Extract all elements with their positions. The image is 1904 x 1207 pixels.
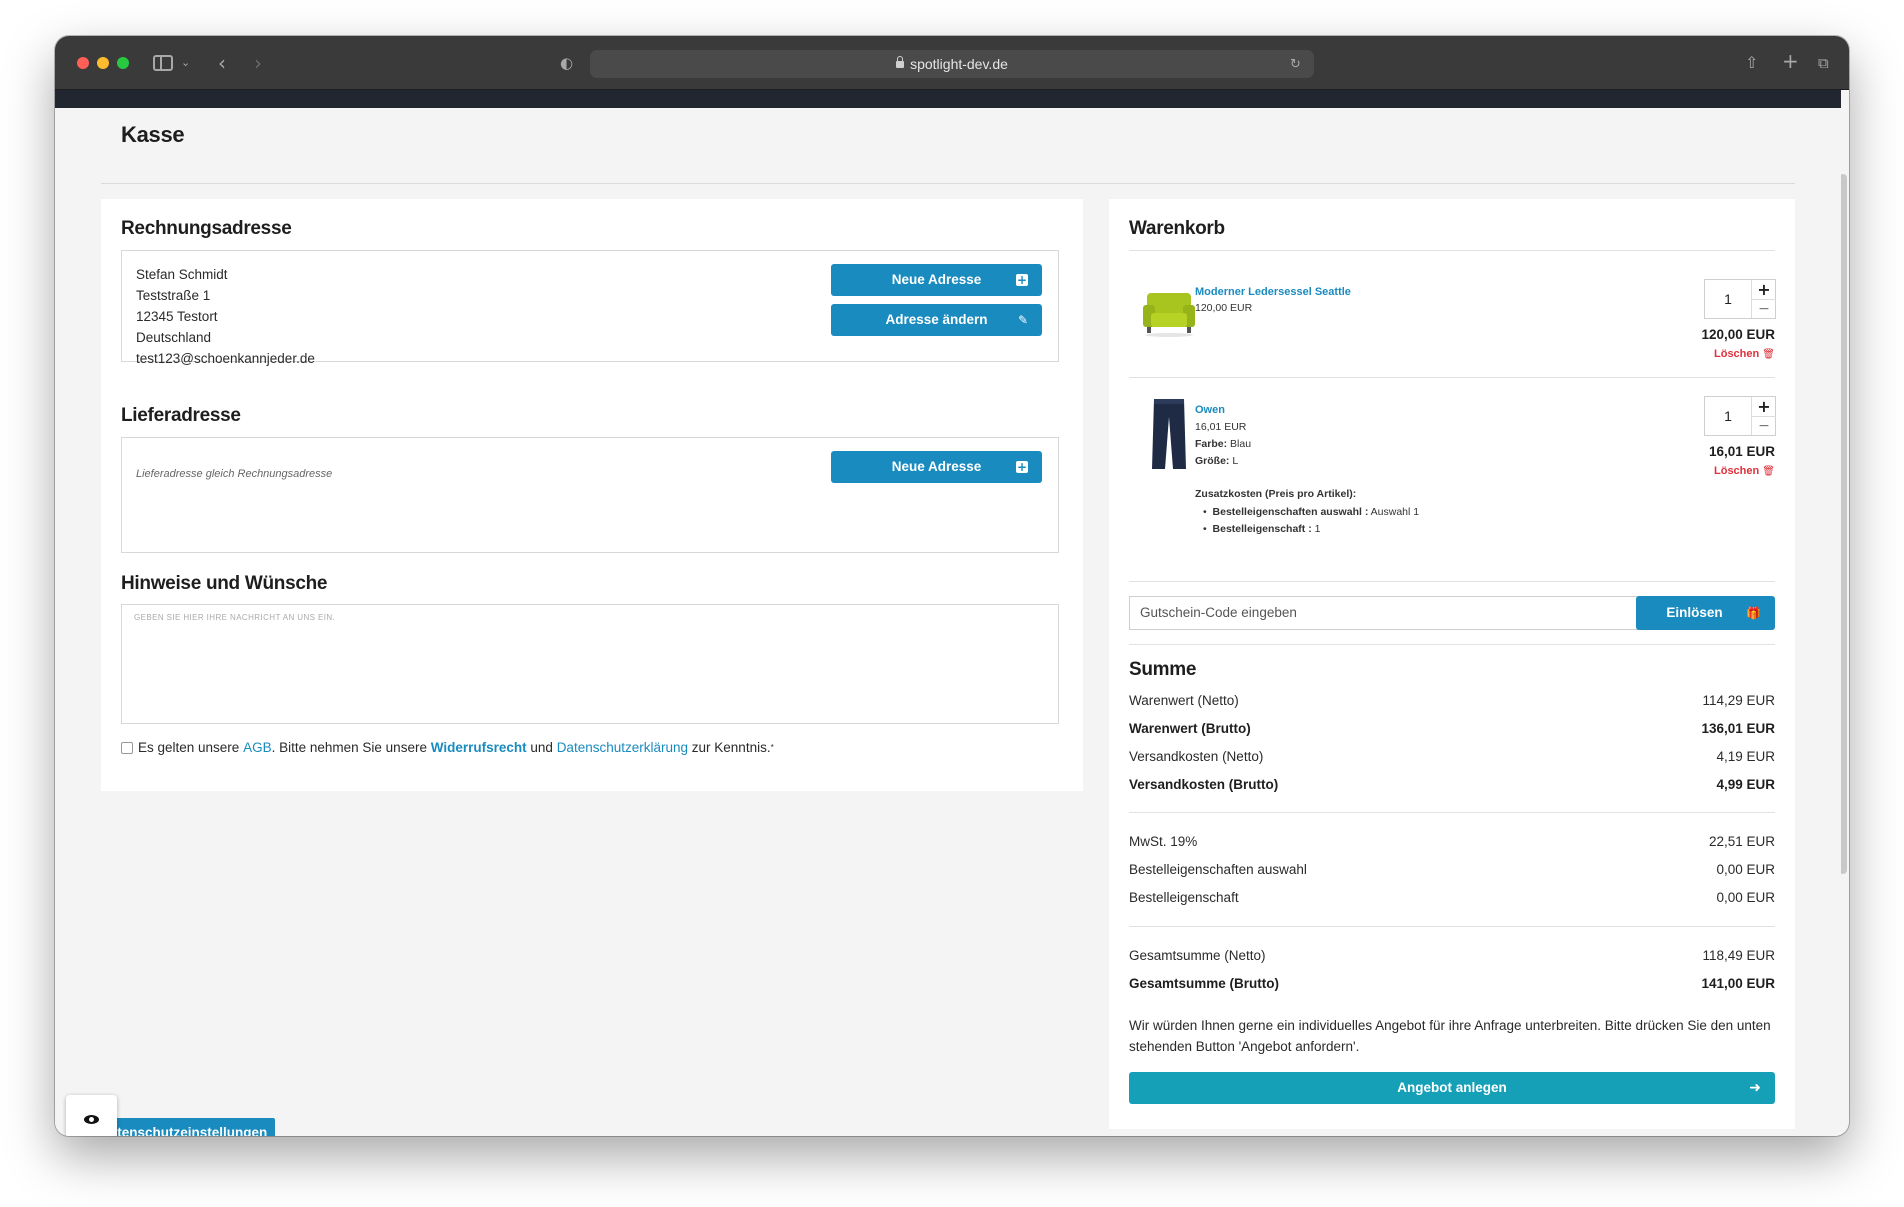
gift-icon: 🎁 bbox=[1746, 606, 1761, 620]
divider bbox=[1129, 581, 1775, 582]
summary-row: Versandkosten (Netto) 4,19 EUR bbox=[1129, 749, 1775, 764]
cart-item-extra: • Bestelleigenschaften auswahl : Auswahl… bbox=[1203, 506, 1420, 518]
lock-icon bbox=[896, 56, 905, 68]
zoom-window-button[interactable] bbox=[117, 57, 129, 69]
withdrawal-link[interactable]: Widerrufsrecht bbox=[431, 740, 527, 755]
billing-address-box: Stefan Schmidt Teststraße 1 12345 Testor… bbox=[121, 250, 1059, 366]
cart-item-color: Farbe: Blau bbox=[1195, 438, 1252, 450]
billing-city: 12345 Testort bbox=[136, 309, 218, 324]
plus-square-icon: + bbox=[1016, 460, 1028, 474]
notes-textarea[interactable]: GEBEN SIE HIER IHRE NACHRICHT AN UNS EIN… bbox=[121, 604, 1059, 724]
cart-item-size: Größe: L bbox=[1195, 455, 1239, 467]
product-image-armchair[interactable] bbox=[1141, 289, 1197, 337]
summary-heading: Summe bbox=[1129, 659, 1197, 680]
browser-window: ⌄ ‹ › ◐ spotlight-dev.de ↻ ⇧ + ⧉ Kasse R… bbox=[55, 36, 1849, 1136]
redeem-voucher-button[interactable]: Einlösen 🎁 bbox=[1636, 596, 1775, 630]
cart-item-delete[interactable]: Löschen 🗑 bbox=[1714, 348, 1775, 360]
privacy-policy-link[interactable]: Datenschutzerklärung bbox=[557, 740, 688, 755]
divider bbox=[1129, 377, 1775, 378]
page-title: Kasse bbox=[121, 122, 185, 147]
forward-icon[interactable]: › bbox=[254, 52, 262, 74]
site-header-strip bbox=[55, 90, 1841, 108]
shipping-note: Lieferadresse gleich Rechnungsadresse bbox=[136, 468, 333, 480]
sidebar-toggle-icon[interactable] bbox=[153, 55, 173, 71]
cart-item-unit-price: 16,01 EUR bbox=[1195, 421, 1247, 433]
divider bbox=[1129, 812, 1775, 813]
new-tab-icon[interactable]: + bbox=[1782, 50, 1799, 72]
billing-street: Teststraße 1 bbox=[136, 288, 211, 303]
cart-item-total: 16,01 EUR bbox=[1708, 444, 1775, 459]
summary-row: Bestelleigenschaften auswahl 0,00 EUR bbox=[1129, 862, 1775, 877]
browser-toolbar: ⌄ ‹ › ◐ spotlight-dev.de ↻ ⇧ + ⧉ bbox=[55, 36, 1849, 90]
minimize-window-button[interactable] bbox=[97, 57, 109, 69]
chevron-down-icon[interactable]: ⌄ bbox=[181, 52, 190, 74]
create-offer-button[interactable]: Angebot anlegen ➜ bbox=[1129, 1072, 1775, 1104]
address-panel: Rechnungsadresse Stefan Schmidt Teststra… bbox=[101, 199, 1083, 791]
plus-square-icon: + bbox=[1016, 273, 1028, 287]
cart-item-extra: • Bestelleigenschaft : 1 bbox=[1203, 523, 1321, 535]
summary-total-row: Gesamtsumme (Brutto) 141,00 EUR bbox=[1129, 976, 1775, 991]
change-address-button[interactable]: Adresse ändern ✎ bbox=[831, 304, 1042, 336]
agb-link[interactable]: AGB bbox=[243, 740, 272, 755]
cart-item-total: 120,00 EUR bbox=[1701, 327, 1775, 342]
tabs-overview-icon[interactable]: ⧉ bbox=[1818, 52, 1829, 74]
billing-name: Stefan Schmidt bbox=[136, 267, 228, 282]
terms-checkbox[interactable] bbox=[121, 741, 133, 754]
divider bbox=[1129, 250, 1775, 251]
minus-icon[interactable]: − bbox=[1752, 416, 1776, 435]
product-image-trousers[interactable] bbox=[1151, 397, 1187, 471]
summary-row: Warenwert (Netto) 114,29 EUR bbox=[1129, 693, 1775, 708]
reload-icon[interactable]: ↻ bbox=[1290, 54, 1301, 76]
back-icon[interactable]: ‹ bbox=[218, 52, 226, 74]
plus-icon[interactable]: + bbox=[1752, 280, 1776, 299]
divider bbox=[1129, 926, 1775, 927]
pencil-icon: ✎ bbox=[1017, 313, 1028, 327]
summary-row: Bestelleigenschaft 0,00 EUR bbox=[1129, 890, 1775, 905]
plus-icon[interactable]: + bbox=[1752, 397, 1776, 416]
checkout-page: Kasse Rechnungsadresse Stefan Schmidt Te… bbox=[55, 108, 1841, 1136]
address-bar[interactable]: spotlight-dev.de ↻ bbox=[590, 50, 1314, 78]
summary-row: Warenwert (Brutto) 136,01 EUR bbox=[1129, 721, 1775, 736]
notes-placeholder: GEBEN SIE HIER IHRE NACHRICHT AN UNS EIN… bbox=[134, 613, 336, 622]
shipping-heading: Lieferadresse bbox=[121, 405, 241, 426]
quantity-value[interactable]: 1 bbox=[1705, 408, 1751, 424]
quantity-stepper[interactable]: 1 + − bbox=[1704, 396, 1776, 436]
terms-row: Es gelten unsere AGB. Bitte nehmen Sie u… bbox=[121, 740, 774, 755]
summary-row: MwSt. 19% 22,51 EUR bbox=[1129, 834, 1775, 849]
voucher-input[interactable]: Gutschein-Code eingeben bbox=[1129, 596, 1647, 630]
billing-email: test123@schoenkannjeder.de bbox=[136, 351, 315, 366]
cart-heading: Warenkorb bbox=[1129, 218, 1225, 239]
cart-item-unit-price: 120,00 EUR bbox=[1195, 302, 1253, 314]
quantity-stepper[interactable]: 1 + − bbox=[1704, 279, 1776, 319]
quantity-value[interactable]: 1 bbox=[1705, 291, 1751, 307]
shipping-new-address-button[interactable]: Neue Adresse + bbox=[831, 451, 1042, 483]
summary-row: Gesamtsumme (Netto) 118,49 EUR bbox=[1129, 948, 1775, 963]
billing-country: Deutschland bbox=[136, 330, 212, 345]
privacy-eye-toggle[interactable] bbox=[66, 1095, 117, 1136]
billing-heading: Rechnungsadresse bbox=[121, 218, 292, 239]
cart-item-extras-title: Zusatzkosten (Preis pro Artikel): bbox=[1195, 488, 1357, 500]
cart-item-name[interactable]: Moderner Ledersessel Seattle bbox=[1195, 286, 1351, 298]
cart-item-delete[interactable]: Löschen 🗑 bbox=[1714, 465, 1775, 477]
arrow-right-icon: ➜ bbox=[1749, 1080, 1761, 1096]
shipping-address-box: Lieferadresse gleich Rechnungsadresse Ne… bbox=[121, 437, 1059, 553]
trash-icon: 🗑 bbox=[1762, 349, 1775, 360]
close-window-button[interactable] bbox=[77, 57, 89, 69]
divider bbox=[101, 183, 1795, 184]
url-text: spotlight-dev.de bbox=[910, 56, 1008, 72]
share-icon[interactable]: ⇧ bbox=[1745, 52, 1758, 74]
eye-icon bbox=[84, 1115, 99, 1124]
billing-new-address-button[interactable]: Neue Adresse + bbox=[831, 264, 1042, 296]
offer-info-text: Wir würden Ihnen gerne ein individuelles… bbox=[1129, 1018, 1771, 1054]
cart-item-name[interactable]: Owen bbox=[1195, 404, 1225, 416]
cart-panel: Warenkorb Moderner Ledersessel Seattle 1… bbox=[1109, 199, 1795, 1129]
minus-icon[interactable]: − bbox=[1752, 299, 1776, 318]
notes-heading: Hinweise und Wünsche bbox=[121, 573, 328, 594]
divider bbox=[1129, 644, 1775, 645]
shield-icon[interactable]: ◐ bbox=[560, 52, 573, 74]
trash-icon: 🗑 bbox=[1762, 466, 1775, 477]
summary-row: Versandkosten (Brutto) 4,99 EUR bbox=[1129, 777, 1775, 792]
